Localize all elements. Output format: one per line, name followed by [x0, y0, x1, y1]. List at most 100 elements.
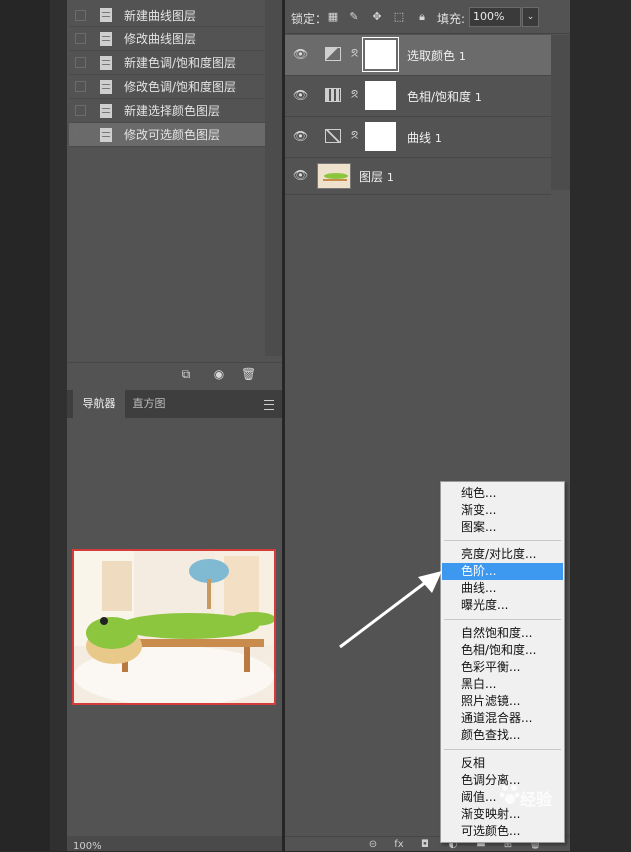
menu-item-pattern[interactable]: 图案... — [442, 519, 563, 536]
crocodile-plush-photo — [74, 551, 274, 703]
trash-icon[interactable]: 🗑 — [241, 367, 256, 381]
watermark-text: 经验 — [520, 790, 553, 809]
layer-row-selective-color[interactable]: 👁︎ ᘝ 选取颜色 1 — [285, 35, 551, 76]
history-footer: ⧉ ◉ 🗑 — [67, 362, 282, 386]
camera-icon[interactable]: ◉ — [212, 367, 226, 381]
layer-row-hue-saturation[interactable]: 👁︎ ᘝ 色相/饱和度 1 — [285, 76, 551, 117]
lock-artboard-icon[interactable]: ⬚ — [393, 11, 405, 23]
menu-item-color-lookup[interactable]: 颜色查找... — [442, 727, 563, 744]
history-list: 新建曲线图层 修改曲线图层 新建色调/饱和度图层 修改色调/饱和度图层 新建选择… — [69, 4, 265, 147]
history-item-label: 修改曲线图层 — [124, 32, 197, 46]
menu-item-color-balance[interactable]: 色彩平衡... — [442, 659, 563, 676]
document-icon — [100, 31, 112, 46]
fx-icon[interactable]: fx — [393, 839, 405, 851]
layers-lock-bar: 锁定： ▦ ✎ ✥ ⬚ 🔒︎ 填充: 100% ⌄ — [285, 0, 570, 34]
history-snapshot-checkbox[interactable] — [75, 105, 86, 116]
menu-item-exposure[interactable]: 曝光度... — [442, 597, 563, 614]
history-item-label: 修改色调/饱和度图层 — [124, 80, 237, 94]
lock-image-pixels-icon[interactable]: ✎ — [348, 11, 360, 23]
lock-position-icon[interactable]: ✥ — [371, 11, 383, 23]
menu-item-selective-color[interactable]: 可选颜色... — [442, 823, 563, 840]
selective-color-adjustment-icon — [325, 47, 341, 61]
layer-row-curves[interactable]: 👁︎ ᘝ 曲线 1 — [285, 117, 551, 158]
history-snapshot-checkbox[interactable] — [75, 57, 86, 68]
layers-scrollbar[interactable] — [551, 35, 570, 190]
layer-mask-thumbnail[interactable] — [365, 81, 396, 110]
mask-link-icon[interactable]: ᘝ — [351, 88, 359, 102]
document-icon — [100, 127, 112, 142]
menu-separator — [444, 749, 561, 750]
right-panel-edge — [570, 0, 631, 851]
menu-item-levels[interactable]: 色阶... — [442, 563, 563, 580]
navigator-preview-image[interactable] — [72, 549, 276, 705]
lock-label: 锁定： — [291, 12, 328, 26]
fill-input[interactable]: 100% — [469, 7, 521, 27]
layer-mask-thumbnail[interactable] — [362, 37, 399, 72]
layer-name[interactable]: 图层 1 — [359, 168, 394, 185]
history-snapshot-checkbox[interactable] — [75, 9, 86, 21]
menu-separator — [444, 540, 561, 541]
history-item[interactable]: 修改曲线图层 — [69, 27, 265, 51]
menu-item-gradient[interactable]: 渐变... — [442, 502, 563, 519]
lock-transparent-pixels-icon[interactable]: ▦ — [327, 11, 339, 23]
history-snapshot-checkbox[interactable] — [75, 33, 86, 44]
menu-item-hue-saturation[interactable]: 色相/饱和度... — [442, 642, 563, 659]
menu-separator — [444, 619, 561, 620]
layers-list: 👁︎ ᘝ 选取颜色 1 👁︎ ᘝ 色相/饱和度 1 👁︎ ᘝ 曲线 1 👁︎ 图… — [285, 35, 551, 195]
visibility-eye-icon[interactable]: 👁︎ — [293, 169, 308, 182]
link-icon[interactable]: ⊝ — [367, 839, 379, 851]
menu-item-solid-color[interactable]: 纯色... — [442, 485, 563, 502]
history-item-label: 新建曲线图层 — [124, 8, 197, 23]
curves-adjustment-icon — [325, 129, 341, 143]
visibility-eye-icon[interactable]: 👁︎ — [293, 48, 308, 61]
layer-name[interactable]: 色相/饱和度 1 — [407, 88, 482, 105]
layer-row-image[interactable]: 👁︎ 图层 1 — [285, 158, 551, 195]
layer-name[interactable]: 曲线 1 — [407, 129, 442, 146]
fill-label: 填充: — [437, 12, 466, 26]
menu-item-vibrance[interactable]: 自然饱和度... — [442, 625, 563, 642]
history-scrollbar[interactable] — [265, 0, 282, 356]
navigator-zoom-bar: 100% — [67, 836, 282, 852]
menu-item-black-white[interactable]: 黑白... — [442, 676, 563, 693]
mask-link-icon[interactable]: ᘝ — [351, 129, 359, 143]
history-snapshot-checkbox[interactable] — [75, 81, 86, 92]
mask-link-icon[interactable]: ᘝ — [351, 47, 359, 61]
lock-all-icon[interactable]: 🔒︎ — [416, 11, 428, 23]
layer-mask-thumbnail[interactable] — [365, 122, 396, 151]
menu-item-invert[interactable]: 反相 — [442, 755, 563, 772]
panel-menu-icon[interactable] — [264, 400, 274, 410]
visibility-eye-icon[interactable]: 👁︎ — [293, 89, 308, 102]
history-item[interactable]: 新建选择颜色图层 — [69, 99, 265, 123]
history-snapshot-checkbox[interactable] — [75, 129, 86, 140]
menu-item-curves[interactable]: 曲线... — [442, 580, 563, 597]
visibility-eye-icon[interactable]: 👁︎ — [293, 130, 308, 143]
hue-saturation-adjustment-icon — [325, 88, 341, 102]
menu-item-brightness-contrast[interactable]: 亮度/对比度... — [442, 546, 563, 563]
mask-icon[interactable]: ◘ — [419, 839, 431, 851]
document-icon — [100, 79, 112, 94]
fill-dropdown-chevron-icon[interactable]: ⌄ — [522, 7, 539, 27]
annotation-arrow — [339, 571, 442, 649]
history-item[interactable]: 修改色调/饱和度图层 — [69, 75, 265, 99]
navigator-tab-bar: 导航器 直方图 — [67, 390, 282, 418]
navigator-zoom-value[interactable]: 100% — [73, 841, 102, 852]
tab-histogram-label: 直方图 — [132, 397, 166, 410]
left-toolbar-area — [0, 0, 50, 851]
history-item-label: 新建色调/饱和度图层 — [124, 56, 237, 70]
tab-navigator[interactable]: 导航器 — [73, 390, 125, 418]
history-item[interactable]: 新建曲线图层 — [69, 4, 265, 27]
layer-image-thumbnail[interactable] — [317, 163, 351, 189]
menu-item-channel-mixer[interactable]: 通道混合器... — [442, 710, 563, 727]
history-item[interactable]: 新建色调/饱和度图层 — [69, 51, 265, 75]
history-item-label: 修改可选颜色图层 — [124, 128, 221, 142]
history-item-label: 新建选择颜色图层 — [124, 104, 221, 118]
new-document-from-state-icon[interactable]: ⧉ — [179, 367, 193, 381]
tab-histogram[interactable]: 直方图 — [125, 390, 173, 418]
document-icon — [100, 55, 112, 70]
history-item-selected[interactable]: 修改可选颜色图层 — [69, 123, 265, 147]
tab-navigator-label: 导航器 — [82, 397, 116, 410]
layer-thumbnail-image — [318, 164, 350, 188]
left-panel-edge — [50, 0, 67, 851]
menu-item-photo-filter[interactable]: 照片滤镜... — [442, 693, 563, 710]
layer-name[interactable]: 选取颜色 1 — [407, 47, 466, 64]
